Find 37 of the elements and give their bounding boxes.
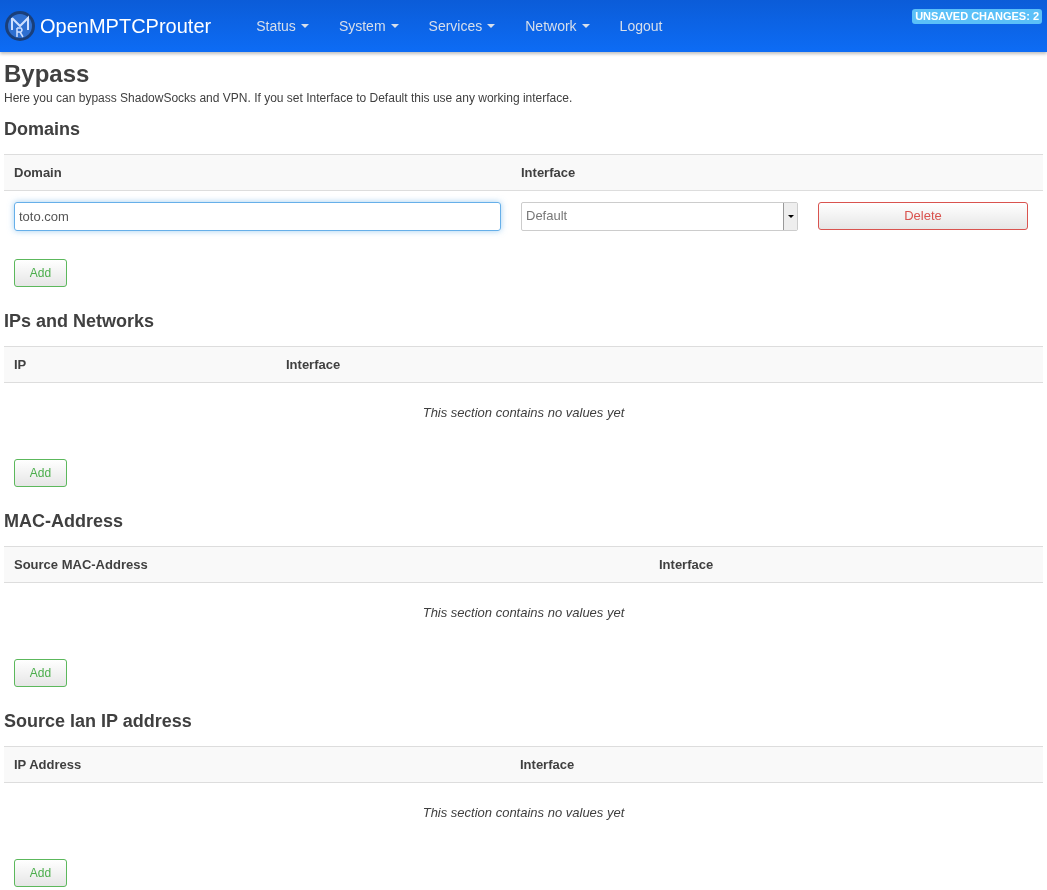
- select-value: Default: [526, 207, 568, 226]
- logo-icon: [4, 10, 36, 42]
- page-description: Here you can bypass ShadowSocks and VPN. If you set Interface to Default this use any working interface.: [4, 90, 574, 106]
- caret-icon: [390, 24, 399, 28]
- nav-menu-item[interactable]: System: [323, 15, 414, 37]
- empty-message: This section contains no values yet: [422, 804, 625, 823]
- caret-icon: [487, 24, 496, 28]
- nav-menu-item[interactable]: Services: [413, 15, 511, 37]
- nav-menu-item[interactable]: Network: [510, 15, 605, 37]
- empty-message: This section contains no values yet: [422, 604, 625, 623]
- column-header: Interface: [519, 755, 576, 774]
- column-header: IP: [13, 355, 28, 374]
- unsaved-changes-badge[interactable]: UNSAVED CHANGES: 2: [912, 9, 1042, 24]
- section-title: MAC-Address: [4, 511, 124, 531]
- column-header: Interface: [285, 355, 342, 374]
- brand-link[interactable]: OpenMPTCProuter: [40, 11, 212, 41]
- column-header: Source MAC-Address: [13, 555, 149, 574]
- column-header: IP Address: [13, 755, 83, 774]
- interface-select[interactable]: Default: [521, 201, 798, 231]
- section-title: Domains: [4, 119, 82, 139]
- add-button[interactable]: Add: [14, 859, 67, 887]
- column-header: Interface: [658, 555, 715, 574]
- caret-icon: [300, 24, 309, 28]
- column-header: Interface: [520, 163, 577, 182]
- nav-menu-item[interactable]: Status: [241, 15, 324, 37]
- add-button[interactable]: Add: [14, 259, 67, 287]
- delete-button[interactable]: Delete: [818, 202, 1028, 230]
- nav-menu-item[interactable]: Logout: [604, 15, 678, 37]
- page-title: Bypass: [4, 60, 91, 88]
- add-button[interactable]: Add: [14, 659, 67, 687]
- column-header: Domain: [13, 163, 63, 182]
- add-button[interactable]: Add: [14, 459, 67, 487]
- section-title: IPs and Networks: [4, 311, 156, 331]
- empty-message: This section contains no values yet: [422, 404, 625, 423]
- domain-input[interactable]: toto.com: [14, 201, 501, 231]
- section-title: Source lan IP address: [4, 711, 193, 731]
- caret-icon: [581, 24, 590, 28]
